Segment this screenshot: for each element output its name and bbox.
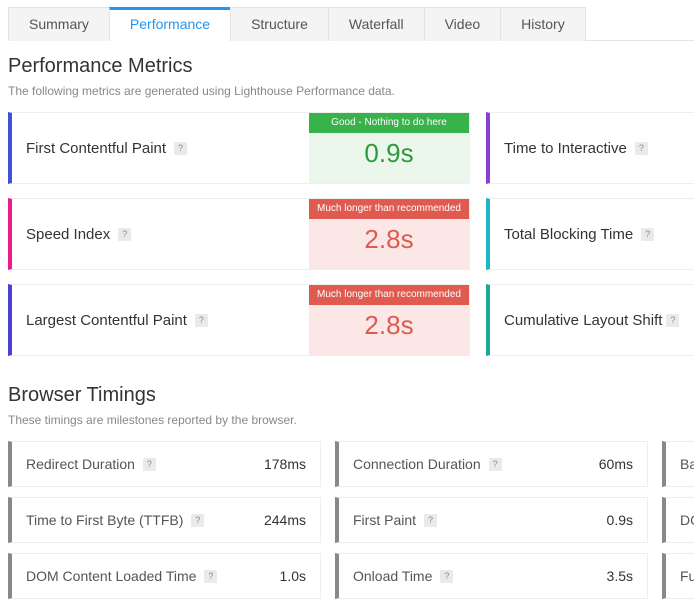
- metric-value-text: 2.8s: [364, 224, 413, 255]
- perf-row: Largest Contentful Paint ? Much longer t…: [8, 284, 694, 356]
- metric-fcp[interactable]: First Contentful Paint ? Good - Nothing …: [8, 112, 470, 184]
- perf-row: Speed Index ? Much longer than recommend…: [8, 198, 694, 270]
- help-icon[interactable]: ?: [191, 514, 204, 527]
- metric-label: Time to Interactive ?: [490, 113, 694, 183]
- timing-label: First Paint ?: [353, 512, 437, 528]
- tab-waterfall[interactable]: Waterfall: [328, 7, 425, 41]
- perf-row: First Contentful Paint ? Good - Nothing …: [8, 112, 694, 184]
- timing-connection[interactable]: Connection Duration ? 60ms: [335, 441, 648, 487]
- help-icon[interactable]: ?: [666, 314, 679, 327]
- metric-value: Much longer than recommended 2.8s: [309, 199, 469, 269]
- metric-banner: Good - Nothing to do here: [309, 113, 469, 133]
- help-icon[interactable]: ?: [424, 514, 437, 527]
- perf-metrics: First Contentful Paint ? Good - Nothing …: [8, 112, 694, 356]
- metric-label: Total Blocking Time ?: [490, 199, 694, 269]
- metric-value: Good - Nothing to do here 0.9s: [309, 113, 469, 183]
- timing-redirect[interactable]: Redirect Duration ? 178ms: [8, 441, 321, 487]
- timing-row: Time to First Byte (TTFB) ? 244ms First …: [8, 497, 694, 543]
- help-icon[interactable]: ?: [204, 570, 217, 583]
- metric-tbt[interactable]: Total Blocking Time ?: [486, 198, 694, 270]
- metric-label-text: Cumulative Layout Shift: [504, 312, 662, 329]
- tabs: Summary Performance Structure Waterfall …: [8, 6, 694, 41]
- timing-value: 60ms: [599, 456, 633, 472]
- timing-partial[interactable]: Fully: [662, 553, 694, 599]
- timing-value: 178ms: [264, 456, 306, 472]
- timing-first-paint[interactable]: First Paint ? 0.9s: [335, 497, 648, 543]
- timing-value: 1.0s: [280, 568, 306, 584]
- timing-label: Fully: [680, 568, 694, 584]
- metric-label: Cumulative Layout Shift ?: [490, 285, 694, 355]
- metric-label: Speed Index ?: [12, 199, 309, 269]
- tab-structure[interactable]: Structure: [230, 7, 329, 41]
- timing-label-text: Fully: [680, 568, 694, 584]
- metric-lcp[interactable]: Largest Contentful Paint ? Much longer t…: [8, 284, 470, 356]
- timing-value: 0.9s: [607, 512, 633, 528]
- tab-history[interactable]: History: [500, 7, 586, 41]
- metric-banner: Much longer than recommended: [309, 285, 469, 305]
- metric-cls[interactable]: Cumulative Layout Shift ?: [486, 284, 694, 356]
- timing-value: 3.5s: [607, 568, 633, 584]
- timing-label-text: DOM Content Loaded Time: [26, 568, 196, 584]
- timing-ttfb[interactable]: Time to First Byte (TTFB) ? 244ms: [8, 497, 321, 543]
- timing-label-text: First Paint: [353, 512, 416, 528]
- perf-section-title: Performance Metrics: [8, 55, 694, 78]
- timing-dcl[interactable]: DOM Content Loaded Time ? 1.0s: [8, 553, 321, 599]
- help-icon[interactable]: ?: [635, 142, 648, 155]
- timing-label: Connection Duration ?: [353, 456, 502, 472]
- timing-partial[interactable]: Bad: [662, 441, 694, 487]
- metric-value-text: 0.9s: [364, 138, 413, 169]
- timing-row: DOM Content Loaded Time ? 1.0s Onload Ti…: [8, 553, 694, 599]
- tab-performance[interactable]: Performance: [109, 7, 231, 41]
- timing-label-text: Bad: [680, 456, 694, 472]
- help-icon[interactable]: ?: [641, 228, 654, 241]
- timing-onload[interactable]: Onload Time ? 3.5s: [335, 553, 648, 599]
- timing-label-text: Connection Duration: [353, 456, 481, 472]
- browser-timings: Redirect Duration ? 178ms Connection Dur…: [8, 441, 694, 599]
- timings-section-subtitle: These timings are milestones reported by…: [8, 413, 694, 427]
- metric-label-text: Speed Index: [26, 226, 110, 243]
- metric-label-text: Time to Interactive: [504, 140, 627, 157]
- help-icon[interactable]: ?: [118, 228, 131, 241]
- metric-speed-index[interactable]: Speed Index ? Much longer than recommend…: [8, 198, 470, 270]
- timing-partial[interactable]: DOM: [662, 497, 694, 543]
- metric-banner: Much longer than recommended: [309, 199, 469, 219]
- timing-label: Redirect Duration ?: [26, 456, 156, 472]
- help-icon[interactable]: ?: [440, 570, 453, 583]
- metric-value-text: 2.8s: [364, 310, 413, 341]
- timing-value: 244ms: [264, 512, 306, 528]
- timing-row: Redirect Duration ? 178ms Connection Dur…: [8, 441, 694, 487]
- timing-label-text: Time to First Byte (TTFB): [26, 512, 183, 528]
- metric-label: First Contentful Paint ?: [12, 113, 309, 183]
- timings-section-title: Browser Timings: [8, 384, 694, 407]
- perf-section-subtitle: The following metrics are generated usin…: [8, 84, 694, 98]
- timing-label: Time to First Byte (TTFB) ?: [26, 512, 204, 528]
- metric-tti[interactable]: Time to Interactive ?: [486, 112, 694, 184]
- metric-label-text: Largest Contentful Paint: [26, 312, 187, 329]
- help-icon[interactable]: ?: [195, 314, 208, 327]
- timing-label: DOM: [680, 512, 694, 528]
- metric-label: Largest Contentful Paint ?: [12, 285, 309, 355]
- metric-value: Much longer than recommended 2.8s: [309, 285, 469, 355]
- metric-label-text: Total Blocking Time: [504, 226, 633, 243]
- tab-summary[interactable]: Summary: [8, 7, 110, 41]
- timing-label: Bad: [680, 456, 694, 472]
- metric-label-text: First Contentful Paint: [26, 140, 166, 157]
- tab-video[interactable]: Video: [424, 7, 502, 41]
- timing-label-text: Redirect Duration: [26, 456, 135, 472]
- timing-label: DOM Content Loaded Time ?: [26, 568, 217, 584]
- help-icon[interactable]: ?: [174, 142, 187, 155]
- timing-label-text: Onload Time: [353, 568, 432, 584]
- timing-label: Onload Time ?: [353, 568, 453, 584]
- help-icon[interactable]: ?: [489, 458, 502, 471]
- timing-label-text: DOM: [680, 512, 694, 528]
- help-icon[interactable]: ?: [143, 458, 156, 471]
